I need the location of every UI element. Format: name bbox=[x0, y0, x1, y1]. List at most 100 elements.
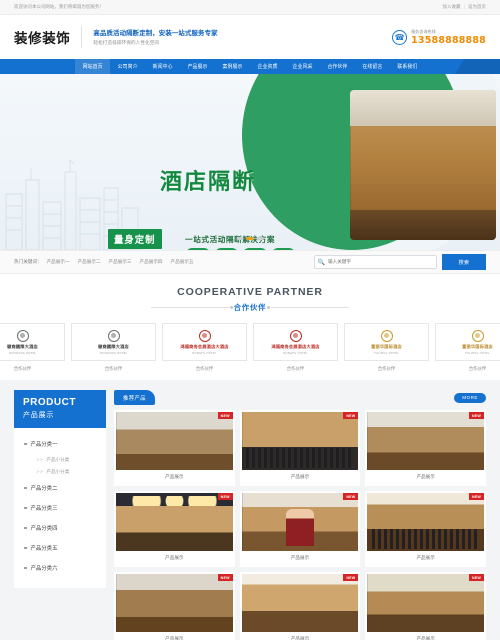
product-card[interactable]: NEW 产品展示 bbox=[365, 491, 486, 567]
nav-item-home[interactable]: 网站首页 bbox=[75, 59, 111, 74]
product-section: PRODUCT 产品展示 产品分类一 >> 产品小分类 >> 产品小分类 产品分… bbox=[0, 380, 500, 640]
banner-pagination-dots[interactable] bbox=[236, 237, 264, 240]
new-badge: NEW bbox=[343, 493, 359, 500]
add-favorite-link[interactable]: 加入收藏 bbox=[442, 4, 460, 10]
partner-caption: 合作伙伴 bbox=[286, 367, 305, 372]
product-image: NEW bbox=[241, 493, 359, 551]
divider-left bbox=[150, 305, 233, 309]
partner-logo-grid: 徽商國際大酒店 HUISHANG HOTEL 合作伙伴 徽商國際大酒店 HUIS… bbox=[0, 313, 500, 372]
product-card[interactable]: NEW 产品展示 bbox=[114, 491, 235, 567]
hot-keyword-4[interactable]: 产品展示四 bbox=[140, 259, 163, 265]
nav-item-qualification[interactable]: 企业资质 bbox=[250, 59, 285, 74]
product-card[interactable]: NEW 产品展示 bbox=[114, 572, 235, 640]
bullet-icon bbox=[24, 526, 27, 530]
product-card[interactable]: NEW 产品展示 bbox=[365, 572, 486, 640]
nav-item-company-style[interactable]: 企业风采 bbox=[285, 59, 320, 74]
new-badge: NEW bbox=[469, 412, 484, 419]
partner-caption: 合作伙伴 bbox=[104, 367, 123, 372]
main-navigation: 网站首页 公司简介 新闻中心 产品展示 案例展示 企业资质 企业风采 合作伙伴 … bbox=[0, 59, 500, 74]
product-card[interactable]: NEW 产品展示 bbox=[239, 572, 361, 640]
new-badge: NEW bbox=[343, 412, 359, 419]
partner-card[interactable]: 徽商國際大酒店 HUISHANG HOTEL 合作伙伴 bbox=[0, 323, 65, 372]
phone-text: 服务咨询热线 13588888888 bbox=[411, 29, 486, 46]
new-badge: NEW bbox=[343, 574, 359, 581]
partner-logo-box: 富丽华国际酒店 FULIHUA HOTEL bbox=[344, 323, 429, 361]
product-caption: 产品展示 bbox=[290, 475, 310, 480]
product-caption: 产品展示 bbox=[165, 475, 184, 480]
product-card[interactable]: NEW 产品展示 bbox=[239, 410, 361, 486]
nav-item-news[interactable]: 新闻中心 bbox=[145, 59, 180, 74]
set-homepage-link[interactable]: 设为首页 bbox=[468, 4, 486, 10]
banner-dot-3[interactable] bbox=[256, 237, 264, 240]
product-card[interactable]: NEW 产品展示 bbox=[365, 410, 486, 486]
sidebar-category-list: 产品分类一 >> 产品小分类 >> 产品小分类 产品分类二 产品分类三 产品分类… bbox=[14, 428, 106, 588]
bullet-icon bbox=[24, 442, 27, 446]
partner-card[interactable]: 富丽华国际酒店 FULIHUA HOTEL 合作伙伴 bbox=[344, 323, 429, 372]
product-image: NEW bbox=[116, 574, 233, 632]
sidebar-item-category-1[interactable]: 产品分类一 bbox=[14, 434, 106, 454]
product-image: NEW bbox=[367, 574, 484, 632]
sidebar-item-category-3[interactable]: 产品分类三 bbox=[14, 498, 106, 518]
sidebar-item-category-4[interactable]: 产品分类四 bbox=[14, 518, 106, 538]
banner-pill-fireproof: 防火 bbox=[214, 248, 239, 250]
new-badge: NEW bbox=[217, 412, 233, 419]
product-image: NEW bbox=[367, 493, 484, 551]
sidebar-title-en: PRODUCT bbox=[23, 397, 76, 408]
link-separator: | bbox=[463, 4, 466, 10]
sidebar-item-category-2[interactable]: 产品分类二 bbox=[14, 478, 106, 498]
hot-keyword-1[interactable]: 产品展示一 bbox=[47, 259, 70, 265]
hero-banner[interactable]: 酒店隔断 量身定制 一站式活动隔断解决方案 隔热 防火 美观 大气 bbox=[0, 74, 500, 250]
more-button[interactable]: MORE bbox=[454, 392, 486, 403]
partner-emblem-icon bbox=[16, 329, 29, 342]
nav-item-products[interactable]: 产品展示 bbox=[180, 59, 215, 74]
new-badge: NEW bbox=[217, 493, 233, 500]
banner-dot-2[interactable] bbox=[246, 237, 254, 240]
sidebar-subitem-1-1[interactable]: >> 产品小分类 bbox=[14, 454, 106, 466]
site-logo[interactable]: 装修装饰 bbox=[14, 27, 70, 47]
new-badge: NEW bbox=[217, 574, 233, 581]
header-slogan: 高品质活动隔断定制，安装一站式服务专家 轻松打造低碳环保的人性化空间 bbox=[93, 28, 217, 46]
top-bar-notice: 欢迎访问本公司网站，我们将竭诚为您服务！ bbox=[14, 5, 104, 10]
banner-title: 酒店隔断 bbox=[160, 170, 257, 195]
tab-recommended-products[interactable]: 推荐产品 bbox=[114, 390, 155, 405]
bullet-icon bbox=[24, 566, 27, 570]
nav-item-partners[interactable]: 合作伙伴 bbox=[320, 59, 355, 74]
product-card[interactable]: NEW 产品展示 bbox=[114, 410, 235, 486]
banner-pill-elegant: 大气 bbox=[271, 248, 296, 250]
phone-label: 服务咨询热线 bbox=[411, 28, 436, 34]
hot-keyword-3[interactable]: 产品展示三 bbox=[109, 259, 132, 265]
partner-card[interactable]: 鸿福商务会展酒店大酒店 HONGFU HOTEL 合作伙伴 bbox=[253, 323, 338, 372]
sidebar-item-label: 产品分类六 bbox=[30, 566, 58, 572]
partner-card[interactable]: 富丽华国际酒店 FULIHUA HOTEL 合作伙伴 bbox=[435, 323, 500, 372]
sidebar-item-label: 产品分类一 bbox=[30, 442, 58, 448]
website-page: 欢迎访问本公司网站，我们将竭诚为您服务！ 加入收藏 | 设为首页 装修装饰 高品… bbox=[0, 0, 500, 640]
sidebar-subitem-1-2[interactable]: >> 产品小分类 bbox=[14, 466, 106, 478]
search-input[interactable] bbox=[328, 256, 436, 268]
search-button[interactable]: 搜索 bbox=[442, 254, 486, 270]
partner-card[interactable]: 徽商國際大酒店 HUISHANG HOTEL 合作伙伴 bbox=[71, 323, 156, 372]
nav-item-about[interactable]: 公司简介 bbox=[110, 59, 145, 74]
product-sidebar: PRODUCT 产品展示 产品分类一 >> 产品小分类 >> 产品小分类 产品分… bbox=[14, 390, 106, 640]
partner-name: 鸿福商务会展酒店大酒店 bbox=[271, 343, 320, 349]
nav-item-message[interactable]: 在线留言 bbox=[355, 59, 390, 74]
partner-name: 富丽华国际酒店 bbox=[462, 343, 493, 349]
nav-item-cases[interactable]: 案例展示 bbox=[215, 59, 250, 74]
partner-name: 徽商國際大酒店 bbox=[7, 343, 38, 349]
hot-keyword-5[interactable]: 产品展示五 bbox=[171, 259, 194, 265]
partner-caption: 合作伙伴 bbox=[195, 367, 214, 372]
sidebar-item-category-6[interactable]: 产品分类六 bbox=[14, 558, 106, 578]
phone-icon: ☎ bbox=[392, 29, 408, 45]
hot-keyword-2[interactable]: 产品展示二 bbox=[78, 259, 101, 265]
banner-hero-photo bbox=[350, 90, 496, 240]
partner-card[interactable]: 鸿福商务会展酒店大酒店 HONGFU HOTEL 合作伙伴 bbox=[162, 323, 247, 372]
sidebar-item-category-5[interactable]: 产品分类五 bbox=[14, 538, 106, 558]
hot-keywords-label: 热门关键词： bbox=[14, 260, 42, 265]
nav-item-contact[interactable]: 联系我们 bbox=[390, 59, 425, 74]
sidebar-header: PRODUCT 产品展示 bbox=[14, 390, 106, 428]
logo-divider bbox=[81, 26, 83, 48]
partner-title-cn: 合作伙伴 bbox=[233, 303, 267, 312]
product-image: NEW bbox=[367, 412, 484, 470]
product-card[interactable]: NEW 产品展示 bbox=[239, 491, 361, 567]
banner-dot-1[interactable] bbox=[236, 237, 244, 240]
partner-logo-box: 鸿福商务会展酒店大酒店 HONGFU HOTEL bbox=[162, 323, 247, 361]
